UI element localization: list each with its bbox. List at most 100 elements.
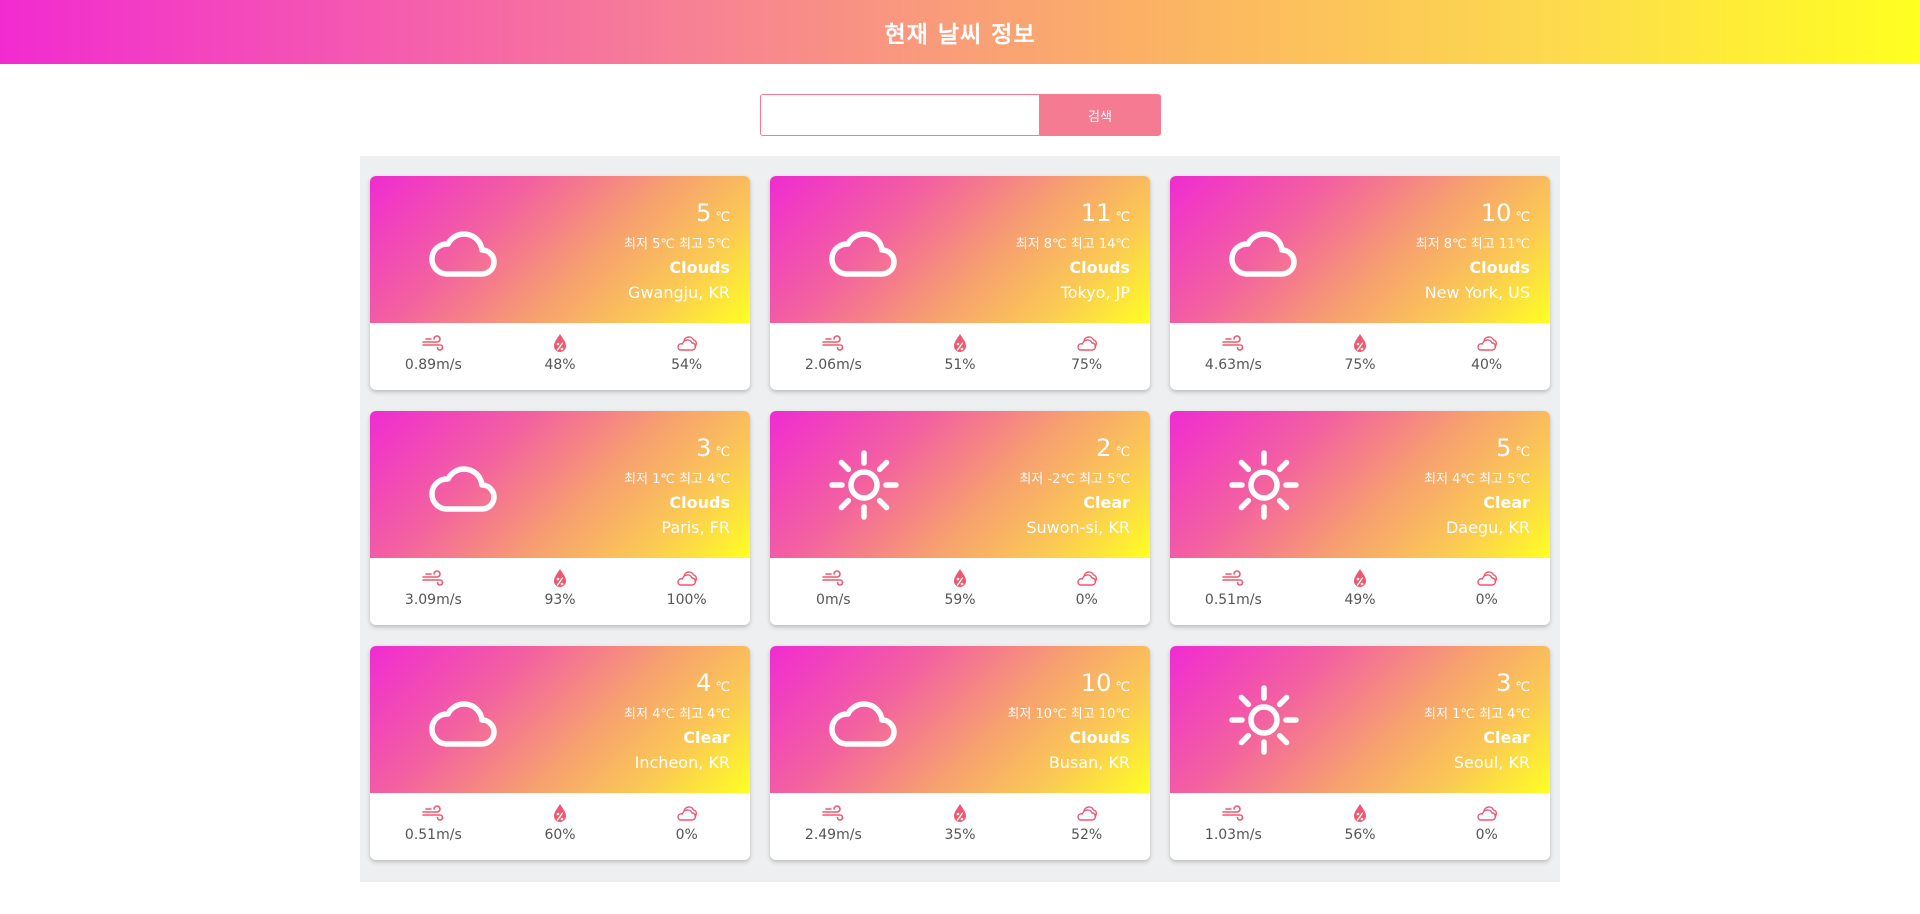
- humidity-stat: 93%: [497, 558, 624, 625]
- cloud-icon: [426, 212, 502, 288]
- humidity-icon: [1354, 334, 1366, 352]
- weather-card-header: 2 ℃ 최저 -2℃ 최고 5℃ Clear Suwon-si, KR: [770, 411, 1150, 558]
- weather-card: 10 ℃ 최저 8℃ 최고 11℃ Clouds New York, US 4.6…: [1170, 176, 1550, 390]
- sun-icon: [1226, 682, 1302, 758]
- humidity-stat: 49%: [1297, 558, 1424, 625]
- humidity-value: 35%: [944, 827, 976, 843]
- weather-card-header: 10 ℃ 최저 8℃ 최고 11℃ Clouds New York, US: [1170, 176, 1550, 323]
- wind-speed: 2.49m/s: [804, 827, 862, 843]
- weather-card-header: 3 ℃ 최저 1℃ 최고 4℃ Clouds Paris, FR: [370, 411, 750, 558]
- wind-icon: [422, 805, 444, 821]
- temperature-value: 4: [696, 669, 712, 697]
- weather-card-grid: 5 ℃ 최저 5℃ 최고 5℃ Clouds Gwangju, KR 0.89m/…: [370, 176, 1550, 860]
- weather-stats: 0m/s 59% 0%: [770, 558, 1150, 625]
- temperature-unit: ℃: [1515, 210, 1530, 225]
- cloud-icon: [826, 212, 902, 288]
- humidity-stat: 56%: [1297, 793, 1424, 860]
- cloud-icon: [1226, 212, 1302, 288]
- sun-icon: [1226, 447, 1302, 523]
- search-bar: 검색: [0, 94, 1920, 136]
- wind-icon: [1222, 805, 1244, 821]
- cloud-cover-value: 54%: [671, 357, 703, 373]
- humidity-value: 51%: [944, 357, 976, 373]
- clouds-stat: 0%: [623, 793, 750, 860]
- clouds-stat: 40%: [1423, 323, 1550, 390]
- city-name: New York, US: [1424, 283, 1530, 302]
- city-name: Gwangju, KR: [628, 283, 730, 302]
- weather-card-header: 11 ℃ 최저 8℃ 최고 14℃ Clouds Tokyo, JP: [770, 176, 1150, 323]
- weather-condition: Clear: [683, 728, 730, 747]
- city-name: Paris, FR: [661, 518, 730, 537]
- weather-condition: Clouds: [669, 258, 730, 277]
- temperature: 5 ℃: [1424, 433, 1530, 468]
- temperature-value: 2: [1096, 434, 1112, 462]
- wind-stat: 3.09m/s: [370, 558, 497, 625]
- cloud-cover-icon: [1477, 336, 1497, 351]
- temperature-unit: ℃: [715, 680, 730, 695]
- temperature-unit: ℃: [1515, 680, 1530, 695]
- cloud-cover-value: 0%: [1475, 827, 1498, 843]
- temperature-value: 3: [1496, 669, 1512, 697]
- temperature: 4 ℃: [624, 668, 730, 703]
- temperature-value: 10: [1080, 669, 1112, 697]
- wind-speed: 1.03m/s: [1204, 827, 1262, 843]
- cloud-cover-value: 0%: [1475, 592, 1498, 608]
- min-max-temperature: 최저 -2℃ 최고 5℃: [1019, 472, 1130, 487]
- header-bar: 현재 날씨 정보: [0, 0, 1920, 64]
- weather-stats: 2.49m/s 35% 52%: [770, 793, 1150, 860]
- cloud-cover-value: 52%: [1071, 827, 1103, 843]
- wind-stat: 2.06m/s: [770, 323, 897, 390]
- sun-icon: [826, 447, 902, 523]
- temperature-unit: ℃: [1115, 680, 1130, 695]
- temperature: 5 ℃: [624, 198, 730, 233]
- humidity-icon: [954, 804, 966, 822]
- weather-card: 3℃ 최저 1℃ 최고 4℃ Clear Seoul, KR 1.03m/s: [1170, 646, 1550, 860]
- wind-speed: 0.89m/s: [404, 357, 462, 373]
- temperature-unit: ℃: [1115, 210, 1130, 225]
- weather-card-header: 5 ℃ 최저 5℃ 최고 5℃ Clouds Gwangju, KR: [370, 176, 750, 323]
- humidity-icon: [554, 804, 566, 822]
- humidity-value: 60%: [544, 827, 576, 843]
- wind-icon: [822, 805, 844, 821]
- temperature-value: 5: [1496, 434, 1512, 462]
- weather-condition: Clear: [1483, 493, 1530, 512]
- weather-card-header: 3 ℃ 최저 1℃ 최고 4℃ Clear Seoul, KR: [1170, 646, 1550, 793]
- temperature-unit: ℃: [715, 210, 730, 225]
- weather-condition: Clouds: [1469, 258, 1530, 277]
- wind-speed: 0m/s: [816, 592, 851, 608]
- temperature-value: 5: [696, 199, 712, 227]
- temperature: 10 ℃: [1416, 198, 1530, 233]
- cloud-cover-value: 40%: [1471, 357, 1503, 373]
- weather-stats: 0.51m/s 49% 0%: [1170, 558, 1550, 625]
- cloud-cover-icon: [1477, 806, 1497, 821]
- humidity-icon: [954, 334, 966, 352]
- wind-stat: 0m/s: [770, 558, 897, 625]
- wind-icon: [1222, 335, 1244, 351]
- search-button[interactable]: 검색: [1039, 94, 1161, 136]
- wind-stat: 0.51m/s: [370, 793, 497, 860]
- weather-card: 5℃ 최저 4℃ 최고 5℃ Clear Daegu, KR 0.51m/s: [1170, 411, 1550, 625]
- temperature-unit: ℃: [1515, 445, 1530, 460]
- min-max-temperature: 최저 5℃ 최고 5℃: [624, 237, 730, 252]
- city-name: Incheon, KR: [634, 753, 730, 772]
- cloud-cover-icon: [1077, 806, 1097, 821]
- weather-info: 5 ℃ 최저 4℃ 최고 5℃ Clear Daegu, KR: [1424, 433, 1530, 539]
- temperature: 3 ℃: [1424, 668, 1530, 703]
- weather-card-header: 4 ℃ 최저 4℃ 최고 4℃ Clear Incheon, KR: [370, 646, 750, 793]
- cloud-cover-value: 0%: [1075, 592, 1098, 608]
- temperature: 11 ℃: [1016, 198, 1130, 233]
- weather-condition: Clouds: [1069, 258, 1130, 277]
- cloud-cover-value: 75%: [1071, 357, 1103, 373]
- wind-stat: 1.03m/s: [1170, 793, 1297, 860]
- city-name: Busan, KR: [1048, 753, 1130, 772]
- wind-speed: 2.06m/s: [804, 357, 862, 373]
- wind-speed: 3.09m/s: [404, 592, 462, 608]
- humidity-stat: 51%: [897, 323, 1024, 390]
- weather-card: 2℃ 최저 -2℃ 최고 5℃ Clear Suwon-si, KR 0m/s: [770, 411, 1150, 625]
- search-input[interactable]: [759, 94, 1040, 136]
- wind-stat: 2.49m/s: [770, 793, 897, 860]
- weather-condition: Clouds: [1069, 728, 1130, 747]
- min-max-temperature: 최저 1℃ 최고 4℃: [624, 472, 730, 487]
- humidity-icon: [554, 334, 566, 352]
- weather-card: 10 ℃ 최저 10℃ 최고 10℃ Clouds Busan, KR 2.49m…: [770, 646, 1150, 860]
